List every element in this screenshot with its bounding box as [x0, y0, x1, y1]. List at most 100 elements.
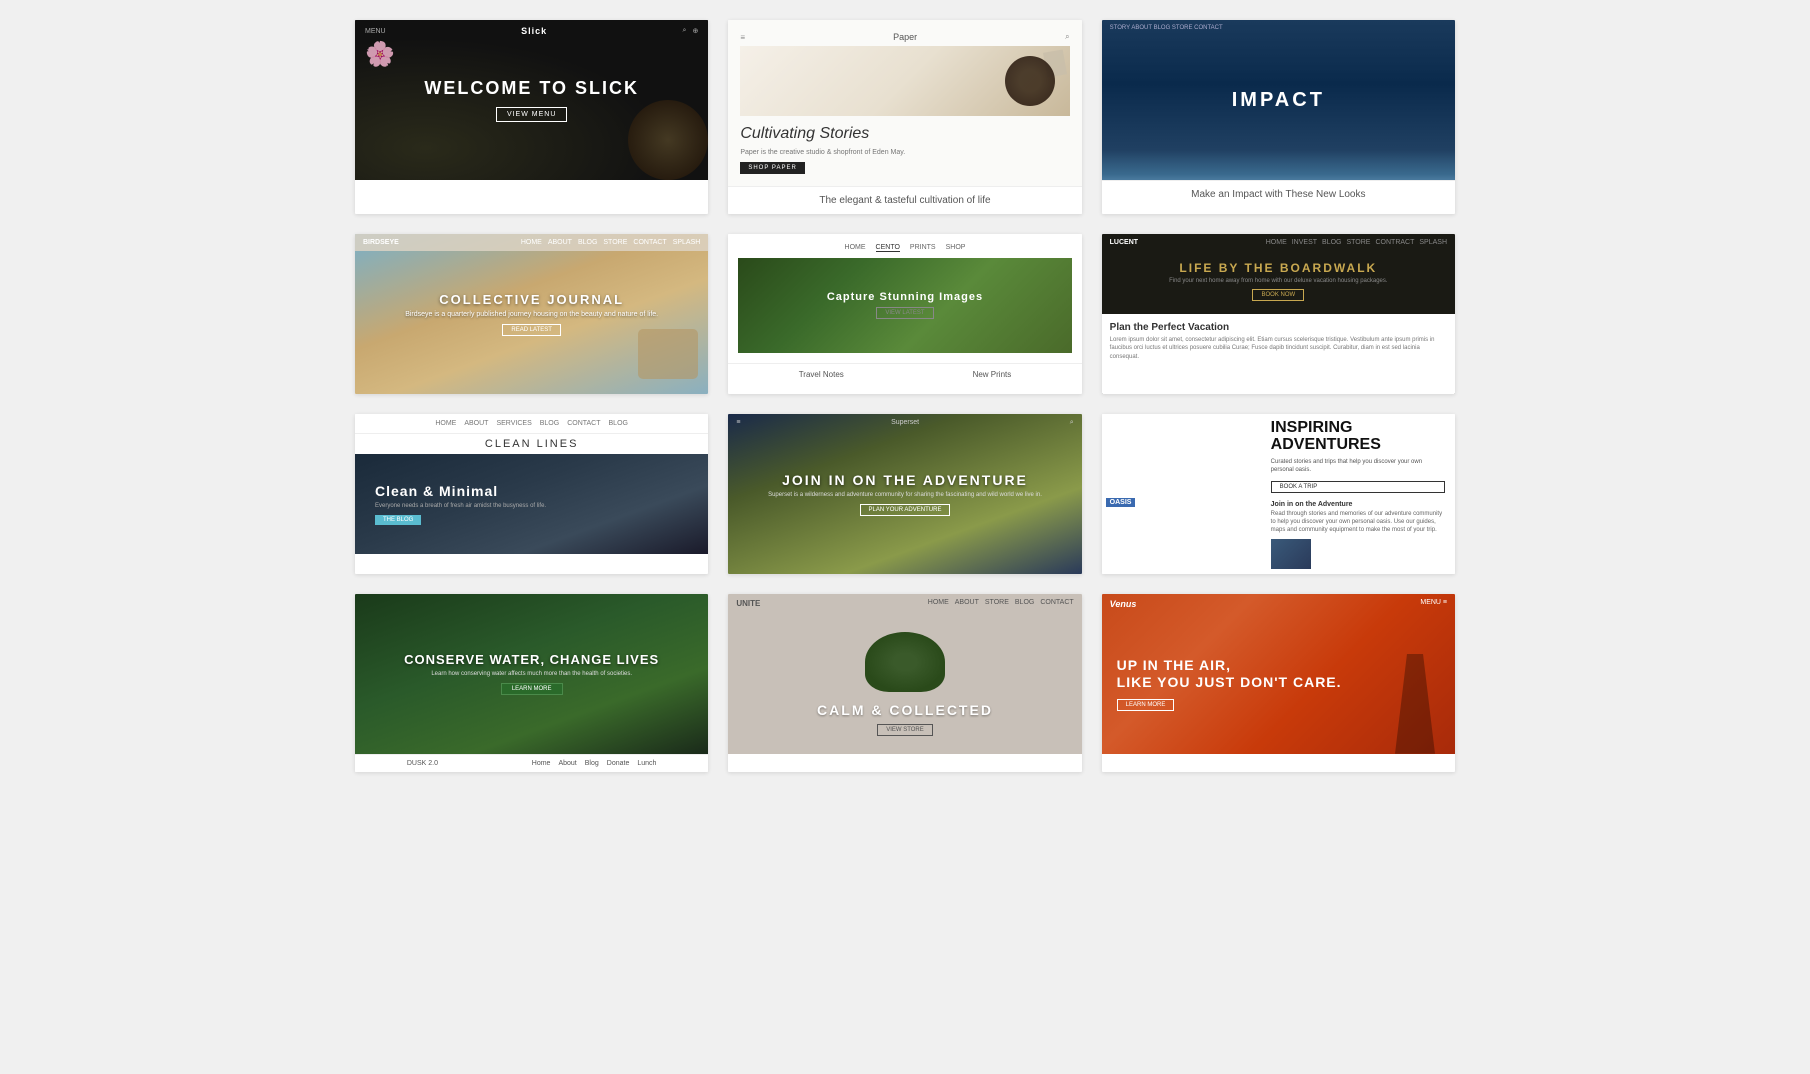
paper-tagline: Cultivating Stories: [740, 124, 869, 145]
impact-footer: Make an Impact with These New Looks: [1102, 180, 1455, 208]
paper-cta-button[interactable]: SHOP PAPER: [740, 162, 804, 174]
cento-preview: HOME CENTO PRINTS SHOP Capture Stunning …: [728, 234, 1081, 363]
cleanlines-nav-blog: BLOG: [540, 420, 559, 427]
oasis-cta-button[interactable]: BOOK A TRIP: [1271, 481, 1445, 493]
dusk-nav-blog: Blog: [585, 760, 599, 767]
venus-nav-right: MENU ≡: [1420, 599, 1447, 609]
unite-nav: UNITE HOME ABOUT STORE BLOG CONTACT: [728, 594, 1081, 613]
cleanlines-nav-contact: CONTACT: [567, 420, 600, 427]
card-birdseye[interactable]: BIRDSEYE HOME ABOUT BLOG STORE CONTACT S…: [355, 234, 708, 394]
venus-brand: Venus: [1110, 599, 1137, 609]
oasis-right-content: INSPIRING ADVENTURES Curated stories and…: [1261, 414, 1455, 574]
impact-nav-links: STORY ABOUT BLOG STORE CONTACT: [1110, 25, 1223, 31]
slick-nav-icons: ⌕ ⊕: [683, 27, 699, 35]
card-cento[interactable]: HOME CENTO PRINTS SHOP Capture Stunning …: [728, 234, 1081, 394]
cento-cta-button[interactable]: VIEW LATEST: [876, 307, 933, 319]
paper-preview: ≡ Paper ⌕ Cultivating Stories Paper is t…: [728, 20, 1081, 186]
unite-cta-button[interactable]: VIEW STORE: [877, 724, 933, 736]
cleanlines-page-title: CLEAN LINES: [355, 434, 708, 454]
dusk-nav-about: About: [558, 760, 576, 767]
oasis-desc: Curated stories and trips that help you …: [1271, 458, 1445, 475]
birdseye-splash: SPLASH: [673, 239, 701, 246]
superset-preview: ≡ Superset ⌕ JOIN IN ON THE ADVENTURE Su…: [728, 414, 1081, 574]
cleanlines-hero-desc: Everyone needs a breath of fresh air ami…: [375, 502, 546, 510]
card-lucent[interactable]: LUCENT HOME INVEST BLOG STORE CONTRACT S…: [1102, 234, 1455, 394]
dusk-nav-donate: Donate: [607, 760, 630, 767]
superset-search-icon: ⌕: [1070, 419, 1074, 427]
theme-gallery: MENU Slick ⌕ ⊕ 🌸 WELCOME TO SLICK VIEW M…: [355, 20, 1455, 772]
cleanlines-nav-blog2: BLOG: [609, 420, 628, 427]
cleanlines-cta-button[interactable]: THE BLOG: [375, 515, 421, 525]
search-icon: ⌕: [683, 27, 687, 35]
dusk-preview: CONSERVE WATER, CHANGE LIVES Learn how c…: [355, 594, 708, 754]
lucent-cta-button[interactable]: BOOK NOW: [1252, 289, 1304, 301]
oasis-nav-badge: OASIS: [1106, 498, 1136, 507]
lucent-contract: CONTRACT: [1375, 239, 1414, 246]
cleanlines-nav-services: SERVICES: [496, 420, 531, 427]
birdseye-house-deco: [638, 329, 698, 379]
venus-cta-button[interactable]: LEARN MORE: [1117, 699, 1175, 711]
birdseye-preview: BIRDSEYE HOME ABOUT BLOG STORE CONTACT S…: [355, 234, 708, 394]
card-unite[interactable]: UNITE HOME ABOUT STORE BLOG CONTACT CALM…: [728, 594, 1081, 772]
birdseye-nav-links: HOME ABOUT BLOG STORE CONTACT SPLASH: [521, 239, 701, 246]
birdseye-contact: CONTACT: [633, 239, 666, 246]
slick-menu: MENU: [365, 28, 386, 35]
card-slick[interactable]: MENU Slick ⌕ ⊕ 🌸 WELCOME TO SLICK VIEW M…: [355, 20, 708, 214]
birdseye-desc: Birdseye is a quarterly published journe…: [405, 311, 658, 318]
slick-hero-text: WELCOME TO SLICK: [424, 78, 639, 99]
cleanlines-preview: HOME ABOUT SERVICES BLOG CONTACT BLOG CL…: [355, 414, 708, 554]
dusk-cta-button[interactable]: LEARN MORE: [501, 683, 563, 695]
lucent-nav-links: HOME INVEST BLOG STORE CONTRACT SPLASH: [1266, 239, 1447, 246]
card-oasis[interactable]: OASIS INSPIRING ADVENTURES Curated stori…: [1102, 414, 1455, 574]
dusk-nav-lunch: Lunch: [637, 760, 656, 767]
lucent-preview: LUCENT HOME INVEST BLOG STORE CONTRACT S…: [1102, 234, 1455, 394]
cento-footer-col2: New Prints: [973, 370, 1012, 379]
birdseye-home: HOME: [521, 239, 542, 246]
cento-hero-image: Capture Stunning Images VIEW LATEST: [738, 258, 1071, 353]
dusk-footer-brand: DUSK 2.0: [407, 760, 438, 767]
slick-preview: MENU Slick ⌕ ⊕ 🌸 WELCOME TO SLICK VIEW M…: [355, 20, 708, 180]
card-dusk[interactable]: CONSERVE WATER, CHANGE LIVES Learn how c…: [355, 594, 708, 772]
dusk-hero-text: CONSERVE WATER, CHANGE LIVES: [404, 652, 659, 667]
cleanlines-hero-section: Clean & Minimal Everyone needs a breath …: [355, 454, 708, 554]
lucent-invest: INVEST: [1292, 239, 1317, 246]
lucent-bottom-title: Plan the Perfect Vacation: [1110, 322, 1447, 333]
superset-cta-button[interactable]: PLAN YOUR ADVENTURE: [860, 504, 951, 516]
lucent-store: STORE: [1346, 239, 1370, 246]
dusk-footer: DUSK 2.0 Home About Blog Donate Lunch: [355, 754, 708, 772]
unite-plant-deco: [865, 632, 945, 692]
venus-preview: Venus MENU ≡ UP IN THE AIR, LIKE YOU JUS…: [1102, 594, 1455, 754]
card-superset[interactable]: ≡ Superset ⌕ JOIN IN ON THE ADVENTURE Su…: [728, 414, 1081, 574]
birdseye-blog: BLOG: [578, 239, 597, 246]
slick-food-deco: [628, 100, 708, 180]
birdseye-hero-text: COLLECTIVE JOURNAL: [439, 292, 624, 307]
slick-brand: Slick: [521, 26, 547, 36]
slick-flowers-deco: 🌸: [365, 40, 395, 69]
paper-footer: The elegant & tasteful cultivation of li…: [728, 186, 1081, 214]
cento-nav: HOME CENTO PRINTS SHOP: [738, 244, 1071, 252]
oasis-small-text: Read through stories and memories of our…: [1271, 510, 1445, 535]
oasis-title: INSPIRING ADVENTURES: [1271, 419, 1445, 454]
unite-blog: BLOG: [1015, 599, 1034, 608]
card-venus[interactable]: Venus MENU ≡ UP IN THE AIR, LIKE YOU JUS…: [1102, 594, 1455, 772]
cento-footer: Travel Notes New Prints: [728, 363, 1081, 385]
superset-brand: Superset: [891, 419, 919, 427]
birdseye-cta-button[interactable]: READ LATEST: [502, 324, 561, 336]
lucent-blog: BLOG: [1322, 239, 1341, 246]
birdseye-store: STORE: [603, 239, 627, 246]
paper-desc: Paper is the creative studio & shopfront…: [740, 149, 905, 156]
paper-brand: Paper: [893, 32, 917, 42]
card-paper[interactable]: ≡ Paper ⌕ Cultivating Stories Paper is t…: [728, 20, 1081, 214]
slick-cta-button[interactable]: VIEW MENU: [496, 107, 567, 122]
dusk-footer-nav: Home About Blog Donate Lunch: [532, 760, 657, 767]
lucent-bottom-text: Lorem ipsum dolor sit amet, consectetur …: [1110, 336, 1447, 361]
unite-brand: UNITE: [736, 599, 760, 608]
card-impact[interactable]: STORY ABOUT BLOG STORE CONTACT IMPACT Ma…: [1102, 20, 1455, 214]
cleanlines-nav-about: ABOUT: [464, 420, 488, 427]
oasis-subtext: Join in on the Adventure: [1271, 501, 1445, 508]
superset-hero-text: JOIN IN ON THE ADVENTURE: [782, 472, 1028, 488]
card-cleanlines[interactable]: HOME ABOUT SERVICES BLOG CONTACT BLOG CL…: [355, 414, 708, 574]
unite-about: ABOUT: [955, 599, 979, 608]
impact-nav: STORY ABOUT BLOG STORE CONTACT: [1102, 20, 1455, 36]
paper-menu-icon: ≡: [740, 33, 745, 42]
